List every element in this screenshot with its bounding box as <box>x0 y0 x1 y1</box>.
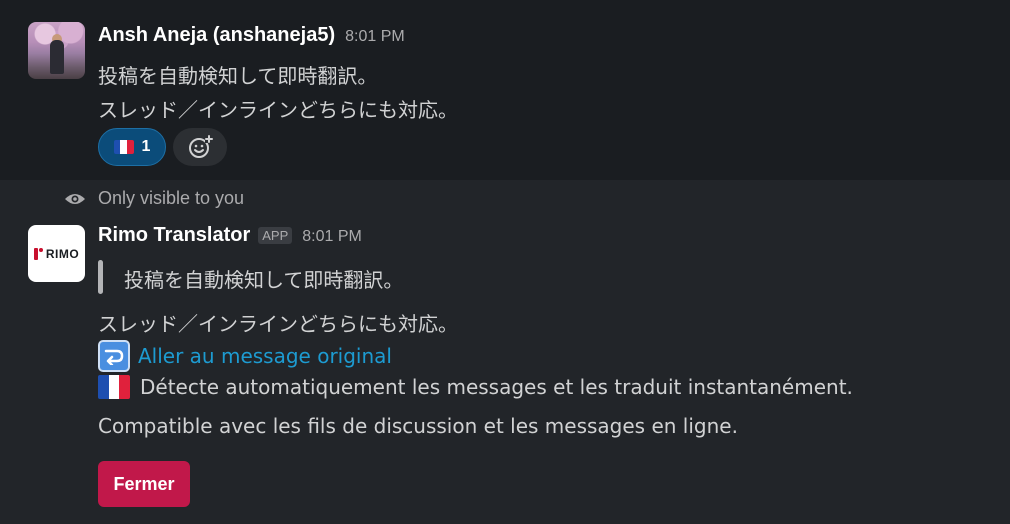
visibility-note: Only visible to you <box>64 188 244 209</box>
reactions-bar: 1 <box>98 128 227 166</box>
bot-avatar[interactable]: RIMO <box>28 225 85 282</box>
reaction-france-flag[interactable]: 1 <box>98 128 166 166</box>
quote-bar <box>98 260 103 294</box>
translation-line-1-row: Détecte automatiquement les messages et … <box>98 375 853 399</box>
bot-line-2: スレッド／インラインどちらにも対応。 <box>98 312 458 336</box>
user-avatar[interactable] <box>28 22 85 79</box>
visibility-text: Only visible to you <box>98 188 245 208</box>
bot-sender-name[interactable]: Rimo Translator <box>98 224 250 247</box>
return-arrow-icon <box>98 340 130 372</box>
close-button[interactable]: Fermer <box>98 461 190 507</box>
eye-icon <box>65 193 85 204</box>
rimo-logo: RIMO <box>33 247 79 261</box>
quoted-text: 投稿を自動検知して即時翻訳。 <box>124 268 404 292</box>
message-line-1: 投稿を自動検知して即時翻訳。 <box>98 64 378 88</box>
message-line-2: スレッド／インラインどちらにも対応。 <box>98 98 458 122</box>
original-message-link-row: Aller au message original <box>98 340 392 372</box>
add-reaction-button[interactable] <box>173 128 227 166</box>
sender-name[interactable]: Ansh Aneja (anshaneja5) <box>98 24 335 47</box>
bot-message-timestamp[interactable]: 8:01 PM <box>302 228 362 246</box>
translation-line-1: Détecte automatiquement les messages et … <box>140 375 853 399</box>
original-message-link[interactable]: Aller au message original <box>138 344 392 368</box>
reaction-count: 1 <box>141 138 151 155</box>
message-original: Ansh Aneja (anshaneja5) 8:01 PM 投稿を自動検知し… <box>0 0 1010 180</box>
france-flag-icon <box>98 375 130 399</box>
avatar-photo-person <box>50 40 64 74</box>
message-timestamp[interactable]: 8:01 PM <box>345 28 405 46</box>
france-flag-icon <box>113 140 134 154</box>
app-badge: APP <box>258 227 293 244</box>
message-header: Ansh Aneja (anshaneja5) 8:01 PM <box>98 24 405 47</box>
add-emoji-icon <box>189 135 213 158</box>
translation-line-2: Compatible avec les fils de discussion e… <box>98 414 738 438</box>
bot-message-header: Rimo Translator APP 8:01 PM <box>98 224 362 247</box>
